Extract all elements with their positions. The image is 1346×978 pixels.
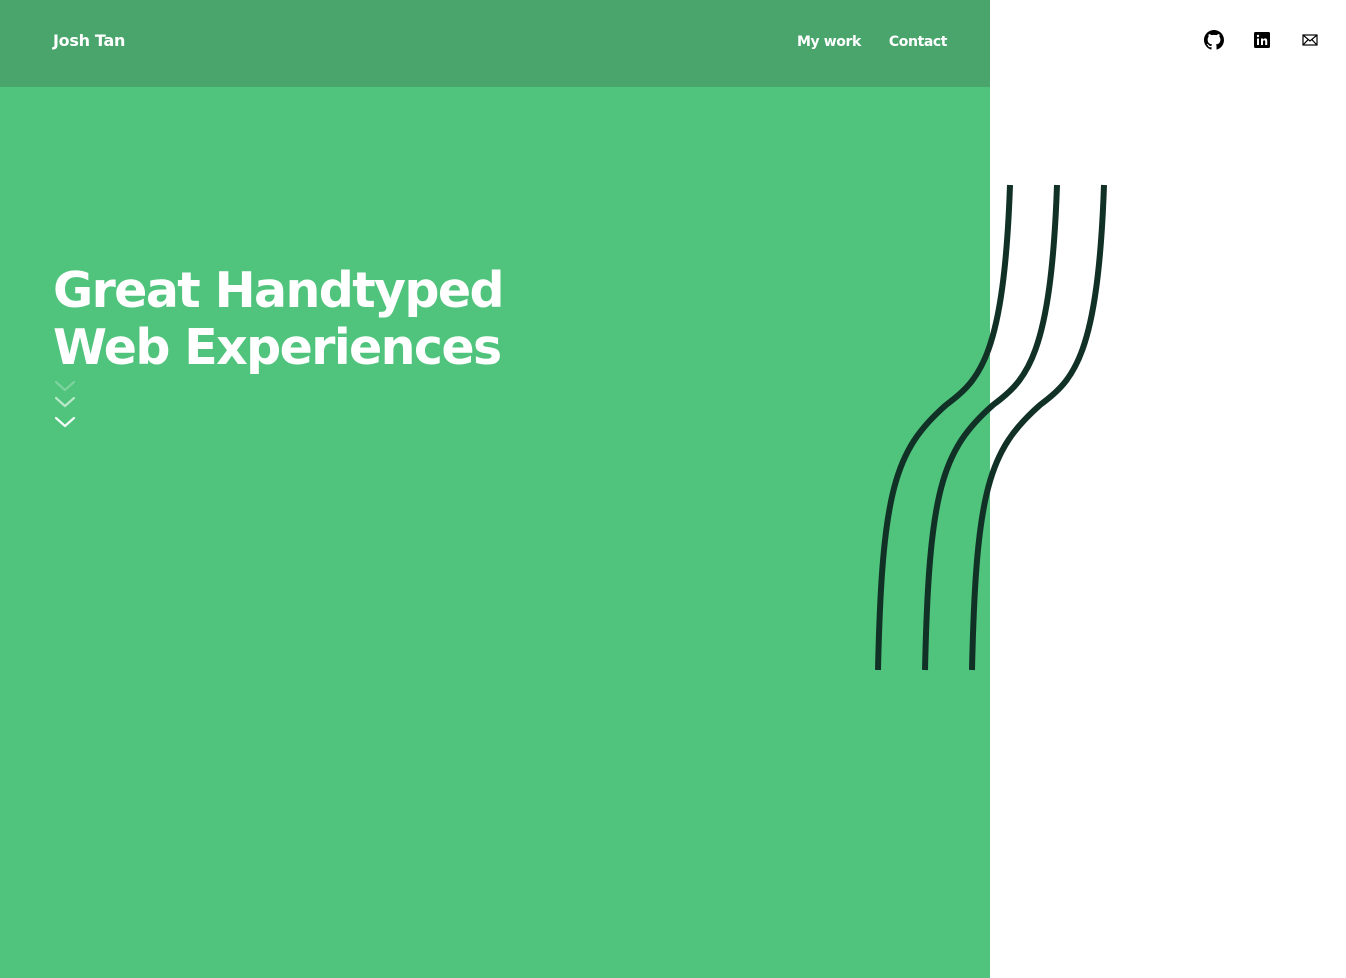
top-navigation-bar: Josh Tan My work Contact xyxy=(0,0,990,87)
hero-title: Great Handtyped Web Experiences xyxy=(53,262,505,376)
email-link[interactable] xyxy=(1300,30,1320,50)
hero-title-line-1: Great Handtyped xyxy=(53,262,505,319)
wavy-lines-graphic xyxy=(875,184,1107,671)
brand-logo-link[interactable]: Josh Tan xyxy=(53,31,125,50)
main-nav: My work Contact xyxy=(797,34,948,50)
linkedin-icon[interactable] xyxy=(1252,30,1272,50)
github-icon[interactable] xyxy=(1204,30,1224,50)
nav-link-my-work[interactable]: My work xyxy=(797,34,861,50)
hero-title-line-2: Web Experiences xyxy=(53,319,502,376)
linkedin-link[interactable] xyxy=(1252,30,1272,50)
chevrons-down-icon xyxy=(54,380,76,428)
github-link[interactable] xyxy=(1204,30,1224,50)
nav-link-contact[interactable]: Contact xyxy=(889,34,948,50)
mail-icon[interactable] xyxy=(1300,30,1320,50)
hero-background xyxy=(0,0,990,978)
scroll-down-icon[interactable] xyxy=(54,378,76,432)
